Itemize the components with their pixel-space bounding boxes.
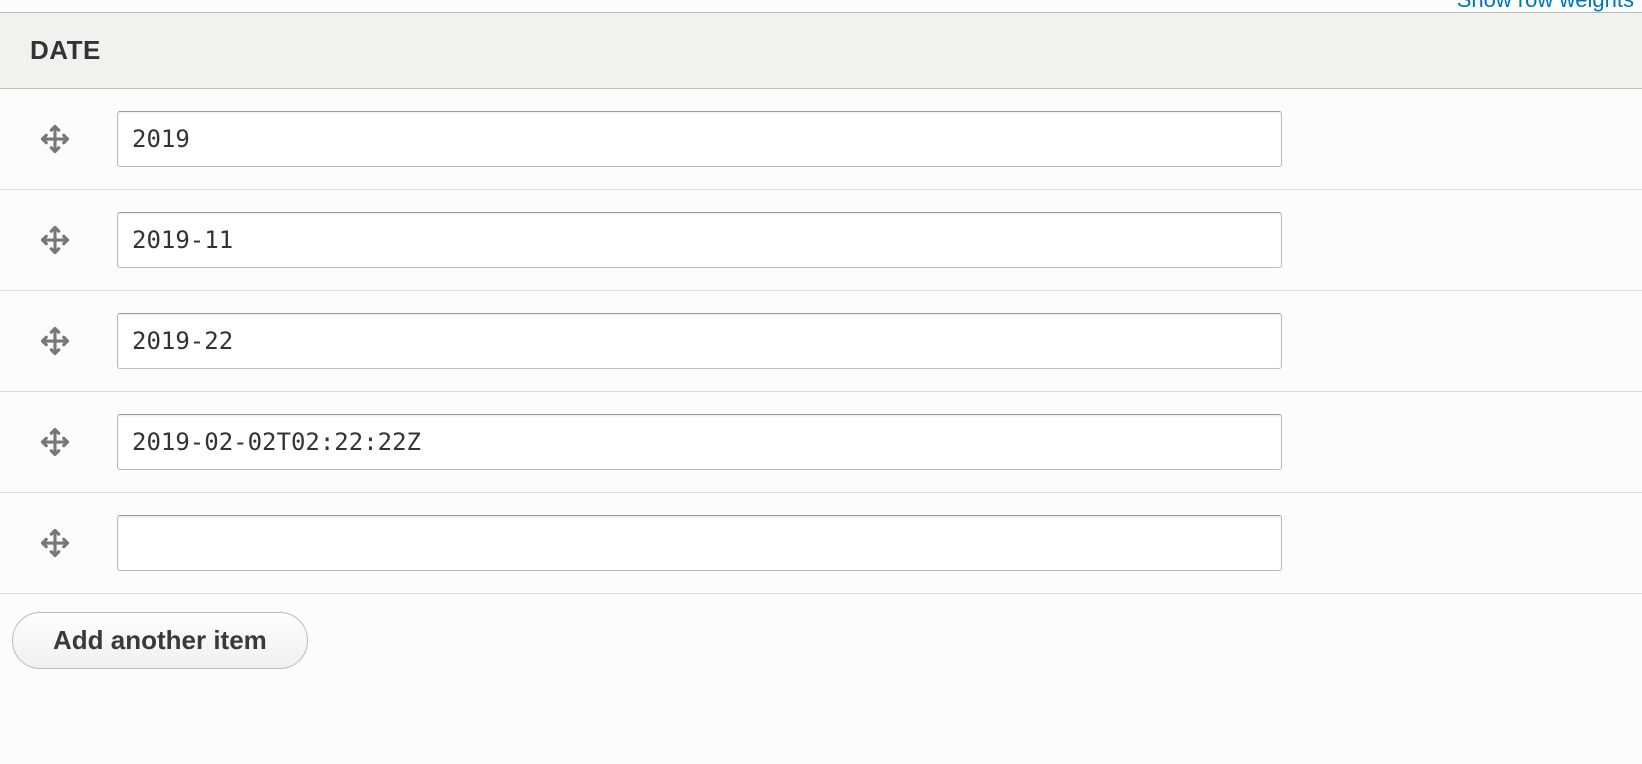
date-input[interactable]	[117, 414, 1282, 470]
show-row-weights-text: Show row weights	[1457, 0, 1634, 12]
date-field-widget: Show row weights DATE	[0, 0, 1642, 687]
table-row	[0, 89, 1642, 190]
date-table: DATE	[0, 12, 1642, 594]
date-input[interactable]	[117, 212, 1282, 268]
date-input[interactable]	[117, 111, 1282, 167]
drag-handle-icon[interactable]	[12, 427, 97, 457]
date-column-header: DATE	[30, 35, 101, 65]
add-another-item-button[interactable]: Add another item	[12, 612, 308, 669]
button-row: Add another item	[0, 594, 1642, 687]
input-cell	[117, 212, 1282, 268]
table-row	[0, 392, 1642, 493]
input-cell	[117, 313, 1282, 369]
drag-handle-icon[interactable]	[12, 225, 97, 255]
table-row	[0, 190, 1642, 291]
drag-handle-icon[interactable]	[12, 124, 97, 154]
input-cell	[117, 111, 1282, 167]
table-row	[0, 291, 1642, 392]
input-cell	[117, 515, 1282, 571]
show-row-weights-link[interactable]: Show row weights	[0, 0, 1642, 12]
date-input[interactable]	[117, 515, 1282, 571]
drag-handle-icon[interactable]	[12, 326, 97, 356]
drag-handle-icon[interactable]	[12, 528, 97, 558]
date-input[interactable]	[117, 313, 1282, 369]
table-row	[0, 493, 1642, 594]
table-header: DATE	[0, 13, 1642, 89]
input-cell	[117, 414, 1282, 470]
